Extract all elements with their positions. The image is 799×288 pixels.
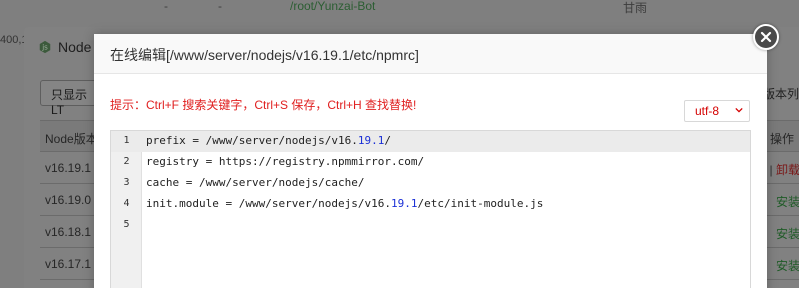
line-text-tail: / bbox=[384, 134, 392, 147]
close-icon bbox=[760, 31, 772, 43]
bg-top-note: 甘雨 bbox=[623, 1, 648, 15]
row-version: v16.18.1 bbox=[45, 225, 92, 239]
close-dialog-button[interactable] bbox=[753, 24, 779, 50]
row-action-group: | 卸载 bbox=[770, 161, 799, 178]
line-content: init.module = /www/server/nodejs/v16.19.… bbox=[146, 197, 543, 210]
background-top-row: - - /root/Yunzai-Bot 甘雨 bbox=[0, 0, 799, 15]
uninstall-link[interactable]: 卸载 bbox=[776, 163, 799, 177]
line-text: cache = /www/server/nodejs/cache/ bbox=[146, 176, 365, 189]
code-line[interactable]: 2 registry = https://registry.npmmirror.… bbox=[111, 152, 750, 173]
chevron-down-icon bbox=[735, 107, 743, 113]
code-line[interactable]: 1 prefix = /www/server/nodejs/v16.19.1/ bbox=[111, 131, 750, 152]
svg-text:js: js bbox=[41, 44, 48, 52]
row-version: v16.19.1 bbox=[45, 161, 92, 175]
line-number: 4 bbox=[123, 198, 130, 209]
row-version: v16.17.1 bbox=[45, 257, 92, 271]
encoding-select[interactable]: utf-8 bbox=[684, 100, 750, 122]
lts-filter-button[interactable]: 只显示LT bbox=[40, 80, 100, 117]
code-line[interactable]: 3 cache = /www/server/nodejs/cache/ bbox=[111, 173, 750, 194]
line-text-tail: /etc/init-module.js bbox=[417, 197, 544, 210]
line-number: 2 bbox=[123, 156, 130, 167]
header-action: 操作 bbox=[770, 132, 795, 146]
shortcut-tip: 提示：Ctrl+F 搜索关键字，Ctrl+S 保存，Ctrl+H 查找替换! bbox=[110, 98, 417, 112]
line-number-token: 19.1 bbox=[357, 134, 385, 147]
install-link[interactable]: 安装 bbox=[776, 193, 799, 210]
online-editor-dialog: 在线编辑[/www/server/nodejs/v16.19.1/etc/npm… bbox=[94, 34, 767, 288]
code-editor[interactable]: 1 prefix = /www/server/nodejs/v16.19.1/ … bbox=[110, 130, 751, 288]
line-text: registry = https://registry.npmmirror.co… bbox=[146, 155, 425, 168]
line-number: 5 bbox=[123, 219, 130, 230]
install-link[interactable]: 安装 bbox=[776, 225, 799, 242]
line-content: registry = https://registry.npmmirror.co… bbox=[146, 155, 424, 168]
line-text: prefix = /www/server/nodejs/v16. bbox=[146, 134, 358, 147]
code-line[interactable]: 4 init.module = /www/server/nodejs/v16.1… bbox=[111, 194, 750, 215]
panel-title: js Node bbox=[38, 39, 91, 55]
line-number-token: 19.1 bbox=[391, 197, 418, 210]
line-text: init.module = /www/server/nodejs/v16. bbox=[146, 197, 392, 210]
header-version: Node版本 bbox=[45, 132, 98, 146]
bg-top-path: /root/Yunzai-Bot bbox=[290, 0, 376, 13]
panel-title-text: Node bbox=[58, 39, 92, 55]
bg-top-cell-1: - bbox=[164, 0, 168, 13]
line-number: 1 bbox=[123, 135, 130, 146]
code-line[interactable]: 5 bbox=[111, 215, 750, 236]
row-version: v16.19.0 bbox=[45, 193, 92, 207]
line-content: cache = /www/server/nodejs/cache/ bbox=[146, 176, 365, 189]
dialog-title: 在线编辑[/www/server/nodejs/v16.19.1/etc/npm… bbox=[94, 34, 767, 74]
line-number: 3 bbox=[123, 177, 130, 188]
row-separator: | bbox=[769, 163, 773, 177]
encoding-value: utf-8 bbox=[695, 104, 720, 118]
nodejs-logo-icon: js bbox=[39, 40, 51, 54]
bg-top-cell-2: - bbox=[218, 0, 222, 13]
line-content: prefix = /www/server/nodejs/v16.19.1/ bbox=[146, 134, 391, 147]
install-link[interactable]: 安装 bbox=[776, 257, 799, 274]
